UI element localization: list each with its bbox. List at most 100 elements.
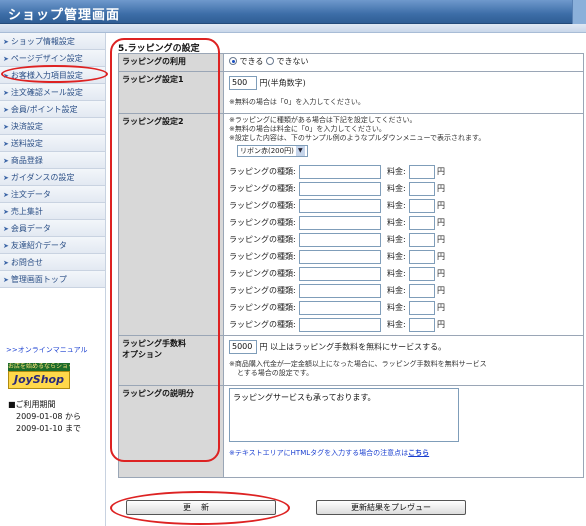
fee-input[interactable] xyxy=(409,249,435,264)
radio-no[interactable] xyxy=(265,57,274,65)
fee-input[interactable] xyxy=(409,215,435,230)
sidebar-item-label: 注文データ xyxy=(10,190,51,199)
sidebar-item-guidance[interactable]: ➤ ガイダンスの設定 xyxy=(0,169,105,186)
fee-label: 料金: xyxy=(387,303,406,312)
yen-label: 円 xyxy=(437,320,445,329)
description-note-text: ※テキストエリアにHTMLタグを入力する場合の注意点は xyxy=(229,449,409,457)
arrow-icon: ➤ xyxy=(3,208,9,216)
sidebar-item-shop-info[interactable]: ➤ ショップ情報設定 xyxy=(0,33,105,50)
wrapping-type-row: ラッピングの種類: 料金: 円 xyxy=(229,282,578,299)
radio-yes[interactable] xyxy=(229,57,237,65)
fee-threshold-input[interactable]: 5000 xyxy=(229,340,257,354)
wrapping-type-label: ラッピングの種類: xyxy=(229,235,296,244)
sidebar-item-member-point[interactable]: ➤ 会員/ポイント設定 xyxy=(0,101,105,118)
wrapping-type-label: ラッピングの種類: xyxy=(229,184,296,193)
fee-input[interactable] xyxy=(409,181,435,196)
yen-label: 円 xyxy=(437,184,445,193)
fee-option-value: 5000 円 以上はラッピング手数料を無料にサービスする。 ※商品購入代金が一定… xyxy=(223,335,584,386)
fee-option-text: 円 以上はラッピング手数料を無料にサービスする。 xyxy=(259,342,447,352)
fee-input[interactable] xyxy=(409,198,435,213)
wrapping-type-row: ラッピングの種類: 料金: 円 xyxy=(229,265,578,282)
usage-label: ラッピングの利用 xyxy=(118,53,224,72)
sidebar-item-label: 注文確認メール設定 xyxy=(10,88,83,97)
arrow-icon: ➤ xyxy=(3,174,9,182)
wrapping-type-input[interactable] xyxy=(299,283,381,298)
description-note-link[interactable]: こちら xyxy=(408,449,429,457)
fee-input[interactable] xyxy=(409,300,435,315)
fee-input[interactable] xyxy=(409,266,435,281)
sidebar-item-admin-top[interactable]: ➤ 管理画面トップ xyxy=(0,271,105,288)
app-title: ショップ管理画面 xyxy=(8,8,121,23)
description-note: ※テキストエリアにHTMLタグを入力する場合の注意点はこちら xyxy=(229,448,578,458)
sidebar-item-shipping[interactable]: ➤ 送料設定 xyxy=(0,135,105,152)
setting1-value: 500 円(半角数字) ※無料の場合は「0」を入力してください。 xyxy=(223,71,584,114)
preview-button[interactable]: 更新結果をプレヴュー xyxy=(316,500,466,515)
wrapping-type-label: ラッピングの種類: xyxy=(229,286,296,295)
wrapping-type-label: ラッピングの種類: xyxy=(229,167,296,176)
sidebar-item-label: 会員/ポイント設定 xyxy=(10,105,78,114)
fee-option-label-line1: ラッピング手数料 xyxy=(122,339,186,348)
arrow-icon: ➤ xyxy=(3,259,9,267)
update-button[interactable]: 更新 xyxy=(126,500,276,515)
arrow-icon: ➤ xyxy=(3,225,9,233)
wrapping-type-input[interactable] xyxy=(299,181,381,196)
sidebar-item-referrals[interactable]: ➤ 友達紹介データ xyxy=(0,237,105,254)
arrow-icon: ➤ xyxy=(3,276,9,284)
sidebar-item-page-design[interactable]: ➤ ページデザイン設定 xyxy=(0,50,105,67)
sidebar-item-label: 商品登録 xyxy=(10,156,43,165)
wrapping-type-label: ラッピングの種類: xyxy=(229,218,296,227)
wrapping-type-input[interactable] xyxy=(299,266,381,281)
usage-period-heading: ■ご利用期間 xyxy=(8,400,56,409)
yen-label: 円 xyxy=(437,167,445,176)
wrapping-type-input[interactable] xyxy=(299,249,381,264)
wrapping-type-input[interactable] xyxy=(299,232,381,247)
wrapping-type-label: ラッピングの種類: xyxy=(229,320,296,329)
wrapping-type-input[interactable] xyxy=(299,198,381,213)
setting2-label: ラッピング設定2 xyxy=(118,113,224,336)
sidebar-item-label: お客様入力項目設定 xyxy=(10,71,83,80)
description-textarea[interactable]: ラッピングサービスも承っております。 xyxy=(229,388,459,442)
fee-label: 料金: xyxy=(387,218,406,227)
usage-value: できる できない xyxy=(223,53,584,72)
sidebar-item-members[interactable]: ➤ 会員データ xyxy=(0,220,105,237)
description-label: ラッピングの説明分 xyxy=(118,385,224,478)
sidebar-item-contact[interactable]: ➤ お問合せ xyxy=(0,254,105,271)
description-value: ラッピングサービスも承っております。 ※テキストエリアにHTMLタグを入力する場… xyxy=(223,385,584,478)
wrapping-type-input[interactable] xyxy=(299,215,381,230)
arrow-icon: ➤ xyxy=(3,55,9,63)
sidebar-item-products[interactable]: ➤ 商品登録 xyxy=(0,152,105,169)
setting1-note: ※無料の場合は「0」を入力してください。 xyxy=(229,98,365,106)
wrapping-type-row: ラッピングの種類: 料金: 円 xyxy=(229,163,578,180)
fee-label: 料金: xyxy=(387,201,406,210)
sidebar-item-sales[interactable]: ➤ 売上集計 xyxy=(0,203,105,220)
sample-select[interactable]: リボン赤(200円) ▼ xyxy=(237,145,308,157)
fee-label: 料金: xyxy=(387,320,406,329)
fee-label: 料金: xyxy=(387,269,406,278)
sidebar-item-orders[interactable]: ➤ 注文データ xyxy=(0,186,105,203)
yen-label: 円 xyxy=(437,286,445,295)
wrapping-type-row: ラッピングの種類: 料金: 円 xyxy=(229,299,578,316)
wrapping-type-row: ラッピングの種類: 料金: 円 xyxy=(229,231,578,248)
sidebar-item-payment[interactable]: ➤ 決済設定 xyxy=(0,118,105,135)
wrapping-type-input[interactable] xyxy=(299,164,381,179)
online-manual-link[interactable]: >>オンラインマニュアル xyxy=(6,345,88,355)
fee-input[interactable] xyxy=(409,317,435,332)
wrapping-type-input[interactable] xyxy=(299,317,381,332)
sidebar-item-customer-input[interactable]: ➤ お客様入力項目設定 xyxy=(0,67,105,84)
fee-input[interactable] xyxy=(409,164,435,179)
logo-tagline: お店を始めるならショップ xyxy=(8,363,70,371)
arrow-icon: ➤ xyxy=(3,72,9,80)
wrapping-type-input[interactable] xyxy=(299,300,381,315)
setting1-fee-input[interactable]: 500 xyxy=(229,76,257,90)
arrow-icon: ➤ xyxy=(3,242,9,250)
sidebar: ➤ ショップ情報設定 ➤ ページデザイン設定 ➤ お客様入力項目設定 ➤ 注文確認メール… xyxy=(0,33,106,526)
fee-input[interactable] xyxy=(409,232,435,247)
sidebar-item-label: お問合せ xyxy=(10,258,43,267)
fee-input[interactable] xyxy=(409,283,435,298)
joyshop-logo[interactable]: お店を始めるならショップ JoyShop xyxy=(8,363,70,389)
sidebar-item-label: ショップ情報設定 xyxy=(10,37,75,46)
fee-label: 料金: xyxy=(387,184,406,193)
sidebar-item-label: 会員データ xyxy=(10,224,51,233)
app-header: ショップ管理画面 xyxy=(0,0,586,24)
sidebar-item-order-mail[interactable]: ➤ 注文確認メール設定 xyxy=(0,84,105,101)
